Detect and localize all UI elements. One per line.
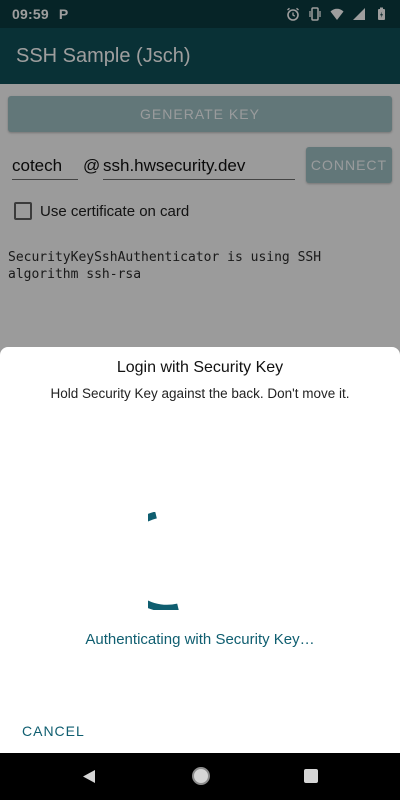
back-icon[interactable] [82,769,96,784]
security-key-dialog: Login with Security Key Hold Security Ke… [0,347,400,753]
home-icon[interactable] [192,767,210,785]
dialog-description: Hold Security Key against the back. Don'… [50,386,350,401]
dialog-title: Login with Security Key [116,359,284,376]
authenticating-status: Authenticating with Security Key… [85,631,315,648]
cancel-button[interactable]: CANCEL [22,723,85,739]
progress-spinner-icon [148,512,179,610]
recents-icon[interactable] [304,769,318,783]
navigation-bar [0,753,400,800]
